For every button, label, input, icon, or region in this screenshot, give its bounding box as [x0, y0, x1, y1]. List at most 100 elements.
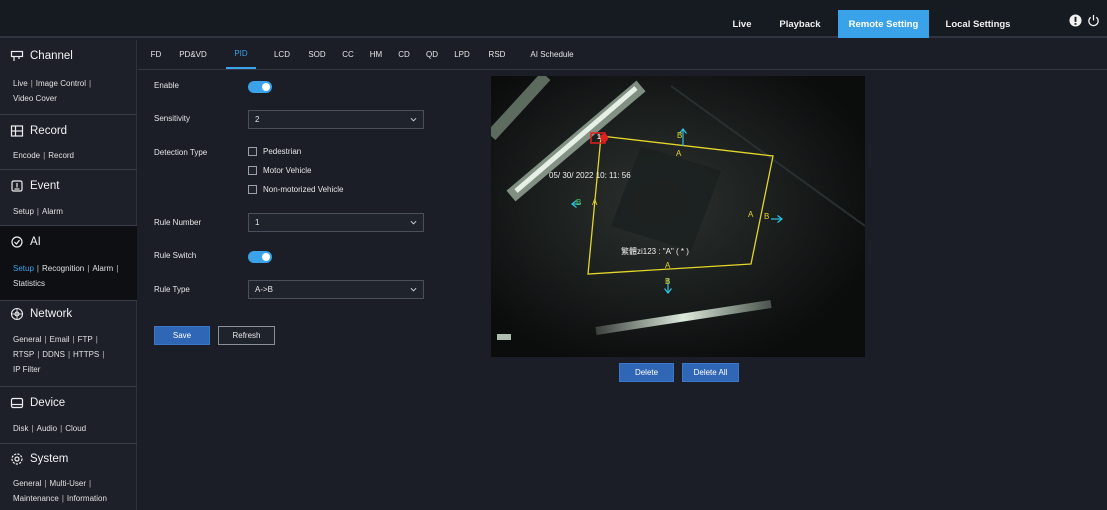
video-preview[interactable]: 1 05/ 30/ 2022 10: 11: 56 繁體zi123 : "A" …	[491, 76, 865, 357]
sidebar-link-maintenance[interactable]: Maintenance	[13, 494, 59, 503]
refresh-button[interactable]: Refresh	[218, 326, 275, 345]
sidebar-link-network-general[interactable]: General	[13, 335, 41, 344]
sidebar: Channel Live | Image Control | Video Cover …	[0, 40, 137, 510]
sidebar-link-disk[interactable]: Disk	[13, 424, 29, 433]
sidebar-section-record: Record Encode | Record	[0, 115, 137, 170]
sidebar-link-image-control[interactable]: Image Control	[36, 79, 86, 88]
function-tabs: FD PD&VD PID LCD SOD CC HM CD QD LPD RSD…	[138, 40, 1107, 70]
sidebar-header-network[interactable]: Network	[10, 307, 72, 321]
nav-live[interactable]: Live	[722, 10, 762, 38]
tab-lcd[interactable]: LCD	[270, 40, 294, 69]
rule-switch-toggle[interactable]	[248, 251, 272, 263]
rule-number-select[interactable]: 1	[248, 213, 424, 232]
sidebar-header-system[interactable]: System	[10, 452, 68, 466]
sidebar-link-ddns[interactable]: DDNS	[42, 350, 65, 359]
motor-vehicle-checkbox[interactable]: Motor Vehicle	[248, 166, 311, 175]
sidebar-title-record: Record	[30, 125, 68, 137]
sidebar-section-event: Event Setup | Alarm	[0, 170, 137, 226]
tab-fd[interactable]: FD	[148, 40, 164, 69]
side-a-left: A	[592, 198, 598, 207]
side-a-bottom: A	[665, 261, 671, 270]
save-button[interactable]: Save	[154, 326, 210, 345]
tab-lpd[interactable]: LPD	[450, 40, 474, 69]
sidebar-link-video-cover[interactable]: Video Cover	[13, 94, 57, 103]
sidebar-link-system-general[interactable]: General	[13, 479, 41, 488]
tab-qd[interactable]: QD	[422, 40, 442, 69]
sidebar-link-ftp[interactable]: FTP	[78, 335, 93, 344]
sidebar-link-statistics[interactable]: Statistics	[13, 279, 45, 288]
side-b-right: B	[764, 212, 770, 221]
sidebar-section-channel: Channel Live | Image Control | Video Cover	[0, 40, 137, 115]
chevron-down-icon	[410, 287, 417, 292]
sidebar-link-cloud[interactable]: Cloud	[65, 424, 86, 433]
top-bar: Live Playback Remote Setting Local Setti…	[0, 0, 1107, 38]
sidebar-header-ai[interactable]: AI	[10, 235, 41, 249]
sidebar-title-network: Network	[30, 308, 73, 320]
sidebar-link-email[interactable]: Email	[50, 335, 70, 344]
sidebar-link-setup[interactable]: Setup	[13, 207, 34, 216]
non-motorized-vehicle-checkbox[interactable]: Non-motorized Vehicle	[248, 185, 343, 194]
osd-timestamp: 05/ 30/ 2022 10: 11: 56	[549, 171, 631, 180]
sidebar-title-ai: AI	[30, 236, 41, 248]
checkbox-box[interactable]	[248, 166, 257, 175]
sidebar-link-record[interactable]: Record	[48, 151, 74, 160]
tab-ai-schedule[interactable]: AI Schedule	[522, 40, 582, 69]
tab-cc[interactable]: CC	[338, 40, 358, 69]
sidebar-link-audio[interactable]: Audio	[37, 424, 57, 433]
sidebar-header-event[interactable]: Event	[10, 179, 59, 193]
sidebar-link-encode[interactable]: Encode	[13, 151, 40, 160]
tab-pid[interactable]: PID	[226, 40, 256, 69]
nav-local-settings[interactable]: Local Settings	[937, 10, 1019, 38]
sidebar-section-device: Device Disk | Audio | Cloud	[0, 387, 137, 444]
alert-icon[interactable]	[1069, 14, 1082, 27]
sidebar-title-device: Device	[30, 397, 66, 409]
sidebar-link-alarm[interactable]: Alarm	[42, 207, 63, 216]
tab-hm[interactable]: HM	[366, 40, 386, 69]
tab-rsd[interactable]: RSD	[484, 40, 510, 69]
checkbox-box[interactable]	[248, 185, 257, 194]
sidebar-link-rtsp[interactable]: RTSP	[13, 350, 34, 359]
delete-all-button[interactable]: Delete All	[682, 363, 739, 382]
sensitivity-value: 2	[255, 115, 260, 124]
power-icon[interactable]	[1087, 14, 1100, 27]
network-icon	[10, 307, 24, 321]
sidebar-link-live[interactable]: Live	[13, 79, 28, 88]
system-gear-icon	[11, 453, 23, 465]
rule-type-select[interactable]: A->B	[248, 280, 424, 299]
event-icon	[11, 180, 23, 192]
side-b-bottom: B	[665, 277, 671, 286]
nav-remote-setting[interactable]: Remote Setting	[838, 10, 929, 38]
camera-scene	[491, 76, 865, 357]
chevron-down-icon	[410, 220, 417, 225]
rule-switch-label: Rule Switch	[154, 251, 197, 260]
sidebar-link-ai-setup[interactable]: Setup	[13, 264, 34, 273]
pedestrian-checkbox[interactable]: Pedestrian	[248, 147, 301, 156]
rule-number-label: Rule Number	[154, 218, 202, 227]
sidebar-section-ai: AI Setup | Recognition | Alarm | Statistics	[0, 226, 137, 301]
tab-pd-vd[interactable]: PD&VD	[176, 40, 210, 69]
tab-sod[interactable]: SOD	[304, 40, 330, 69]
sidebar-link-recognition[interactable]: Recognition	[42, 264, 84, 273]
non-motorized-vehicle-label: Non-motorized Vehicle	[263, 185, 344, 194]
side-b-left: B	[576, 198, 582, 207]
sidebar-link-information[interactable]: Information	[67, 494, 107, 503]
enable-toggle[interactable]	[248, 81, 272, 93]
record-icon	[10, 125, 24, 137]
delete-button[interactable]: Delete	[619, 363, 674, 382]
sensitivity-select[interactable]: 2	[248, 110, 424, 129]
sidebar-link-multi-user[interactable]: Multi-User	[50, 479, 86, 488]
pedestrian-label: Pedestrian	[263, 147, 302, 156]
osd-rule-caption: 繁體zi123 : "A" ( * )	[621, 247, 689, 256]
checkbox-box[interactable]	[248, 147, 257, 156]
sidebar-section-network: Network General | Email | FTP | RTSP | DDNS | HTT…	[0, 301, 137, 387]
sidebar-header-record[interactable]: Record	[10, 124, 67, 138]
sidebar-title-channel: Channel	[30, 50, 73, 62]
sidebar-header-channel[interactable]: Channel	[10, 49, 73, 63]
sidebar-link-ip-filter[interactable]: IP Filter	[13, 365, 40, 374]
sidebar-link-ai-alarm[interactable]: Alarm	[92, 264, 113, 273]
sidebar-header-device[interactable]: Device	[10, 396, 65, 410]
nav-playback[interactable]: Playback	[770, 10, 830, 38]
tab-cd[interactable]: CD	[394, 40, 414, 69]
sidebar-link-https[interactable]: HTTPS	[73, 350, 99, 359]
ai-icon	[11, 236, 23, 248]
